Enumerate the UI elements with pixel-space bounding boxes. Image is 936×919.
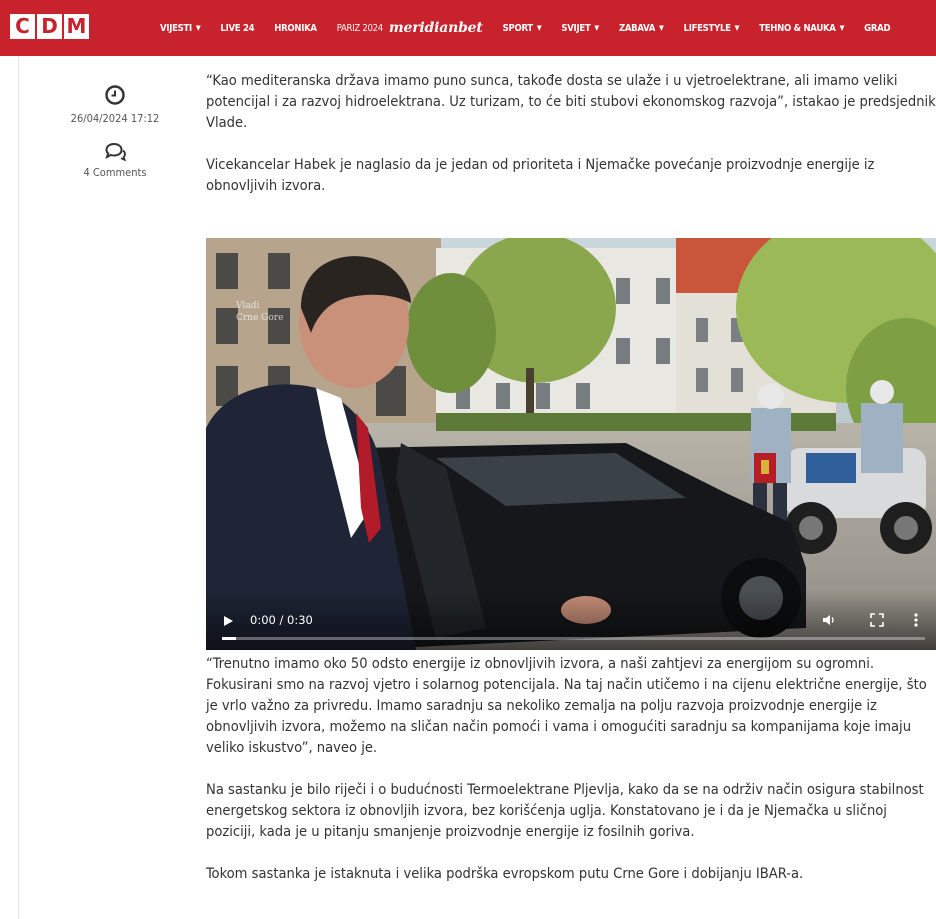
site-header: C D M VIJESTI ▼ LIVE 24 HRONIKA PARIZ 202… [0, 0, 936, 56]
post-meta: 26/04/2024 17:12 4 Comments [40, 84, 190, 179]
article-body: “Kao mediteranska država imamo puno sunc… [206, 70, 936, 196]
article-paragraph: Vicekancelar Habek je naglasio da je jed… [206, 156, 875, 194]
nav-item-lifestyle[interactable]: LIFESTYLE ▼ [684, 23, 740, 34]
video-controls: 0:00 / 0:30 [206, 590, 936, 650]
nav-item-tehno-nauka[interactable]: TEHNO & NAUKA ▼ [759, 23, 844, 34]
logo-letter: M [64, 14, 89, 39]
chevron-down-icon: ▼ [536, 24, 542, 32]
nav-item-live24[interactable]: LIVE 24 [220, 23, 254, 34]
nav-item-svijet[interactable]: SVIJET ▼ [561, 23, 599, 34]
divider [18, 56, 19, 919]
chevron-down-icon: ▼ [594, 24, 599, 32]
video-frame: Vladi Crne Gore [206, 238, 936, 650]
watermark: Crne Gore [236, 313, 283, 323]
article-paragraph: “Kao mediteranska država imamo puno sunc… [206, 72, 936, 131]
nav-item-sport[interactable]: SPORT ▼ [503, 23, 542, 34]
site-logo[interactable]: C D M [10, 14, 89, 39]
play-icon[interactable] [224, 616, 233, 626]
video-progress-bar[interactable] [222, 637, 925, 640]
main-nav: VIJESTI ▼ LIVE 24 HRONIKA PARIZ 2024 meri… [160, 0, 936, 56]
logo-letter: D [37, 14, 62, 39]
chevron-down-icon: ▼ [659, 24, 664, 32]
more-options-icon[interactable] [914, 612, 918, 628]
article-paragraph: “Trenutno imamo oko 50 odsto energije iz… [206, 655, 927, 756]
video-progress-fill [222, 637, 236, 640]
comments-icon[interactable] [104, 141, 126, 161]
nav-item-grad[interactable]: GRAD [864, 23, 890, 34]
article-body-continued: “Trenutno imamo oko 50 odsto energije iz… [206, 653, 936, 884]
nav-item-vijesti[interactable]: VIJESTI ▼ [160, 23, 201, 34]
sponsor-logo[interactable]: meridianbet [389, 20, 483, 36]
chevron-down-icon: ▼ [195, 24, 201, 32]
volume-icon[interactable] [821, 612, 837, 628]
fullscreen-icon[interactable] [870, 613, 884, 627]
nav-item-pariz-2024[interactable]: PARIZ 2024 [337, 23, 383, 34]
nav-item-hronika[interactable]: HRONIKA [274, 23, 317, 34]
clock-icon [105, 85, 125, 105]
chevron-down-icon: ▼ [734, 24, 740, 32]
video-player[interactable]: Vladi Crne Gore 0:00 / 0:30 [206, 238, 936, 650]
video-time: 0:00 / 0:30 [250, 613, 313, 627]
comments-link[interactable]: 4 Comments [40, 166, 190, 179]
watermark: Vladi [235, 301, 260, 311]
article-paragraph: Tokom sastanka je istaknuta i velika pod… [206, 865, 804, 882]
post-date: 26/04/2024 17:12 [70, 112, 160, 125]
chevron-down-icon: ▼ [839, 24, 845, 32]
logo-letter: C [10, 14, 35, 39]
nav-item-zabava[interactable]: ZABAVA ▼ [619, 23, 664, 34]
article-paragraph: Na sastanku je bilo riječi i o budućnost… [206, 781, 924, 840]
